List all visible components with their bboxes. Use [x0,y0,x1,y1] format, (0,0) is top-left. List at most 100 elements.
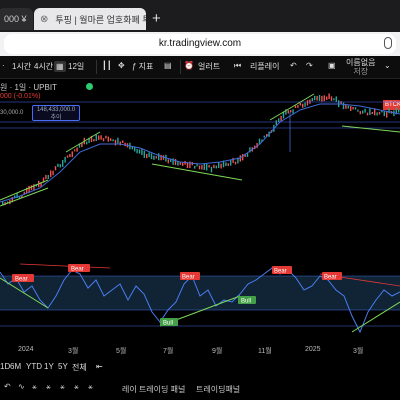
layout-name-button[interactable]: 이름없음 저장 [346,58,375,76]
trendline [269,93,315,121]
candle-type-icon[interactable]: ┃┃ [102,61,112,70]
layout-save-state: 저장 [353,67,369,76]
bull-signal-label: Bull [163,321,173,327]
candle [100,135,102,140]
replay-icon[interactable]: ⏮ [234,61,241,71]
range-1y[interactable]: 1Y [44,362,54,371]
candle [242,153,244,161]
candle [359,111,361,115]
candle [119,141,121,146]
undo-icon[interactable]: ↶ [290,61,297,70]
calendar-icon[interactable]: ▦ [54,61,66,72]
drawing-tool-icon[interactable]: ⚹ [88,382,93,392]
range-5y[interactable]: 5Y [58,362,68,371]
candle [198,165,201,170]
candle [352,107,354,110]
bear-signal[interactable]: Bear [322,272,342,281]
candle [366,112,369,116]
bear-signal[interactable]: Bear [12,274,34,283]
interval-4h[interactable]: 4시간 [34,61,53,72]
candles-group [2,93,400,206]
range-all[interactable]: 전체 [72,362,87,373]
range-6m[interactable]: 6M [10,362,21,371]
more-icon[interactable]: · [2,61,5,70]
compare-icon[interactable]: ✥ [118,61,125,70]
browser-tab-2[interactable]: ⊗ 투핑 | 월마른 업호화폐 투자 [34,8,146,30]
drawing-tool-icon[interactable]: ⚹ [46,382,51,392]
candle [311,97,313,102]
candle [158,153,160,161]
candle [69,154,71,158]
new-tab-button[interactable]: + [152,10,161,27]
candle [86,141,88,145]
date-range-icon[interactable]: ⇤ [96,362,103,371]
browser-tab-1[interactable]: 000 ¥ [0,8,33,30]
trading-panel-tab[interactable]: 트레이딩패널 [196,384,240,395]
candle [364,108,366,113]
drawing-tool-icon[interactable]: ∿ [18,382,25,391]
candle [153,155,155,160]
divider [96,60,97,74]
range-1d[interactable]: 1D [0,362,10,371]
candle [347,105,349,109]
candle [290,110,292,113]
candle [354,107,357,110]
bull-signal[interactable]: Bull [160,318,178,327]
candle [98,135,100,140]
candle [208,165,210,168]
bottom-panel: ↶ ∿ ⚹ ⚹ ⚹ ⚹ ⚹ 레이 트레이딩 패널 트레이딩패널 [0,380,400,400]
grid-layout-icon[interactable]: ▣ [328,61,336,70]
interval-1h[interactable]: 1시간 [12,61,31,72]
candle [179,162,181,166]
bear-signal[interactable]: Bear [180,272,200,281]
candle [206,163,208,171]
candle [66,155,69,158]
chevron-down-icon[interactable]: ⌄ [384,61,391,70]
indicator-label: 지표 [138,62,154,71]
close-icon[interactable]: ⊗ [40,14,48,25]
drawing-tool-icon[interactable]: ⚹ [74,382,79,392]
templates-icon[interactable]: ▤ [164,61,172,70]
candle [174,158,177,166]
bear-signal[interactable]: Bear [68,264,90,273]
moving-average-line [0,103,400,203]
price-chart[interactable] [0,84,400,244]
candle [194,165,196,169]
time-axis-label: 3월 [353,348,364,355]
time-axis-label: 5월 [116,348,127,355]
candle [64,156,66,163]
indicator-button[interactable]: ƒ 지표 [132,61,153,72]
trading-panel-tab[interactable]: 레이 트레이딩 패널 [122,384,185,395]
replay-button[interactable]: 리플레이 [250,61,279,72]
address-field[interactable]: kr.tradingview.com [4,34,396,54]
candle [201,165,203,170]
candle [362,110,364,114]
trendline [19,263,111,269]
candle [54,166,57,171]
candle [258,138,261,144]
range-ytd[interactable]: YTD [26,362,42,371]
alert-button[interactable]: 얼러트 [198,61,220,72]
range-bar: 1D 6M YTD 1Y 5Y 전체 ⇤ [0,362,400,376]
bull-signal[interactable]: Bull [238,296,256,305]
candle [57,163,59,167]
bear-signal-label: Bear [324,275,337,281]
time-axis-label: 9월 [212,348,223,355]
candle [335,96,337,102]
bear-signal[interactable]: Bear [272,266,292,275]
oscillator-panel[interactable]: Bear Bear Bear Bear Bear Bull Bull [0,256,400,344]
candle [76,147,78,152]
drawing-tool-icon[interactable]: ⚹ [60,382,65,392]
bear-signal-label: Bear [15,277,28,283]
microphone-icon[interactable] [384,37,392,49]
candle [59,164,61,168]
interval-selected[interactable]: 12일 [68,61,84,72]
drawing-tool-icon[interactable]: ⚹ [32,382,37,392]
redo-icon[interactable]: ↷ [306,61,313,70]
drawing-tool-icon[interactable]: ↶ [4,382,11,391]
candle [220,163,222,169]
alert-icon[interactable]: ⏰ [184,61,194,70]
candle [323,95,325,102]
candle [107,136,109,142]
candle [292,109,294,114]
